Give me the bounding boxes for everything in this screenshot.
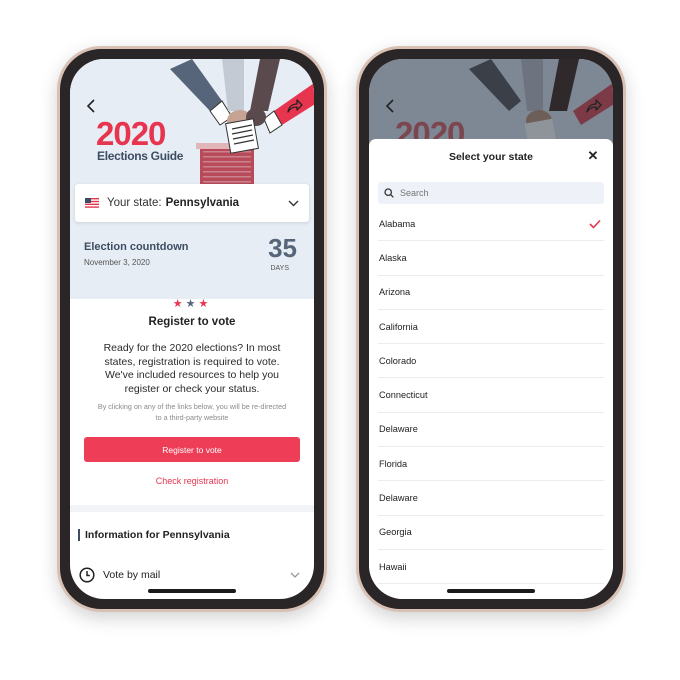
countdown-date: November 3, 2020 [84, 258, 150, 267]
hero-banner: 2020 Elections Guide Your state: Pennsyl… [70, 59, 314, 299]
state-selector[interactable]: Your state: Pennsylvania [75, 184, 309, 222]
state-option-label: Connecticut [379, 390, 428, 401]
register-body: Ready for the 2020 elections? In most st… [103, 342, 281, 395]
phone-frame-left: 2020 Elections Guide Your state: Pennsyl… [57, 46, 327, 612]
state-option[interactable]: Connecticut [378, 378, 604, 413]
state-option-label: Alabama [379, 218, 416, 229]
state-option-label: Alaska [379, 252, 407, 263]
state-option[interactable]: Georgia [378, 516, 604, 550]
countdown-days: 35 [268, 233, 297, 263]
star-icon: ★ [198, 298, 212, 310]
clock-icon [79, 567, 95, 583]
star-icon: ★ [185, 298, 199, 310]
state-selector-label: Your state: [107, 197, 162, 209]
star-icon: ★ [172, 298, 186, 310]
state-option-label: Florida [379, 458, 408, 469]
share-icon [287, 99, 303, 113]
countdown-title: Election countdown [84, 241, 189, 253]
search-box[interactable] [378, 182, 604, 204]
state-option-label: Hawaii [379, 561, 407, 572]
state-option[interactable]: Delaware [378, 413, 604, 448]
dimmed-hero-banner: 2020 [369, 59, 613, 149]
state-option[interactable]: Hawaii [378, 550, 604, 585]
back-arrow-icon [86, 99, 95, 113]
state-option[interactable]: Delaware [378, 481, 604, 516]
hero-subtitle: Elections Guide [97, 149, 184, 163]
vote-by-mail-label: Vote by mail [103, 569, 161, 581]
us-flag-icon [85, 198, 99, 208]
elections-guide-screen: 2020 Elections Guide Your state: Pennsyl… [70, 59, 314, 599]
check-registration-link[interactable]: Check registration [70, 476, 314, 486]
stars-decoration: ★★★ [70, 297, 314, 310]
state-option[interactable]: Colorado [378, 344, 604, 379]
share-icon [586, 99, 602, 113]
state-option-label: Delaware [379, 493, 418, 504]
state-option[interactable]: Arizona [378, 276, 604, 310]
state-list: Alabama Alaska Arizona California Colorado Co… [378, 207, 604, 585]
section-divider [70, 505, 314, 512]
search-input[interactable] [400, 188, 550, 198]
info-heading: Information for Pennsylvania [78, 529, 230, 541]
share-button[interactable] [583, 95, 605, 117]
sheet-title: Select your state [448, 151, 534, 163]
checkmark-icon [589, 219, 601, 229]
state-option[interactable]: Florida [378, 447, 604, 482]
back-arrow-icon [385, 99, 394, 113]
chevron-down-icon [290, 572, 300, 578]
state-option[interactable]: Alaska [378, 241, 604, 276]
state-option-label: Georgia [379, 527, 412, 538]
state-option-label: Arizona [379, 287, 411, 298]
state-option-label: Delaware [379, 424, 418, 435]
hero-year: 2020 [96, 115, 166, 152]
share-button[interactable] [284, 95, 306, 117]
phone-frame-right: 2020 Select your state ✕ Alabama Alaska Ar… [356, 46, 626, 612]
chevron-down-icon [288, 200, 299, 206]
countdown-unit: DAYS [270, 265, 289, 272]
search-icon [384, 188, 394, 198]
state-option[interactable]: Alabama [378, 207, 604, 242]
select-state-screen: 2020 Select your state ✕ Alabama Alaska Ar… [369, 59, 613, 599]
back-button[interactable] [80, 95, 102, 117]
back-button[interactable] [379, 95, 401, 117]
vote-by-mail-item[interactable]: Vote by mail [79, 564, 300, 586]
close-icon: ✕ [587, 148, 599, 163]
state-selector-value: Pennsylvania [165, 197, 240, 209]
close-button[interactable]: ✕ [585, 148, 601, 164]
register-disclaimer: By clicking on any of the links below, y… [97, 402, 287, 422]
state-picker-sheet: Select your state ✕ Alabama Alaska Arizona… [369, 139, 613, 599]
state-option-label: California [379, 321, 418, 332]
register-title: Register to vote [148, 316, 236, 328]
home-indicator [148, 589, 236, 593]
register-to-vote-button[interactable]: Register to vote [84, 437, 300, 462]
state-option[interactable]: California [378, 310, 604, 345]
state-option-label: Colorado [379, 355, 417, 366]
hands-illustration [170, 59, 314, 187]
home-indicator [447, 589, 535, 593]
